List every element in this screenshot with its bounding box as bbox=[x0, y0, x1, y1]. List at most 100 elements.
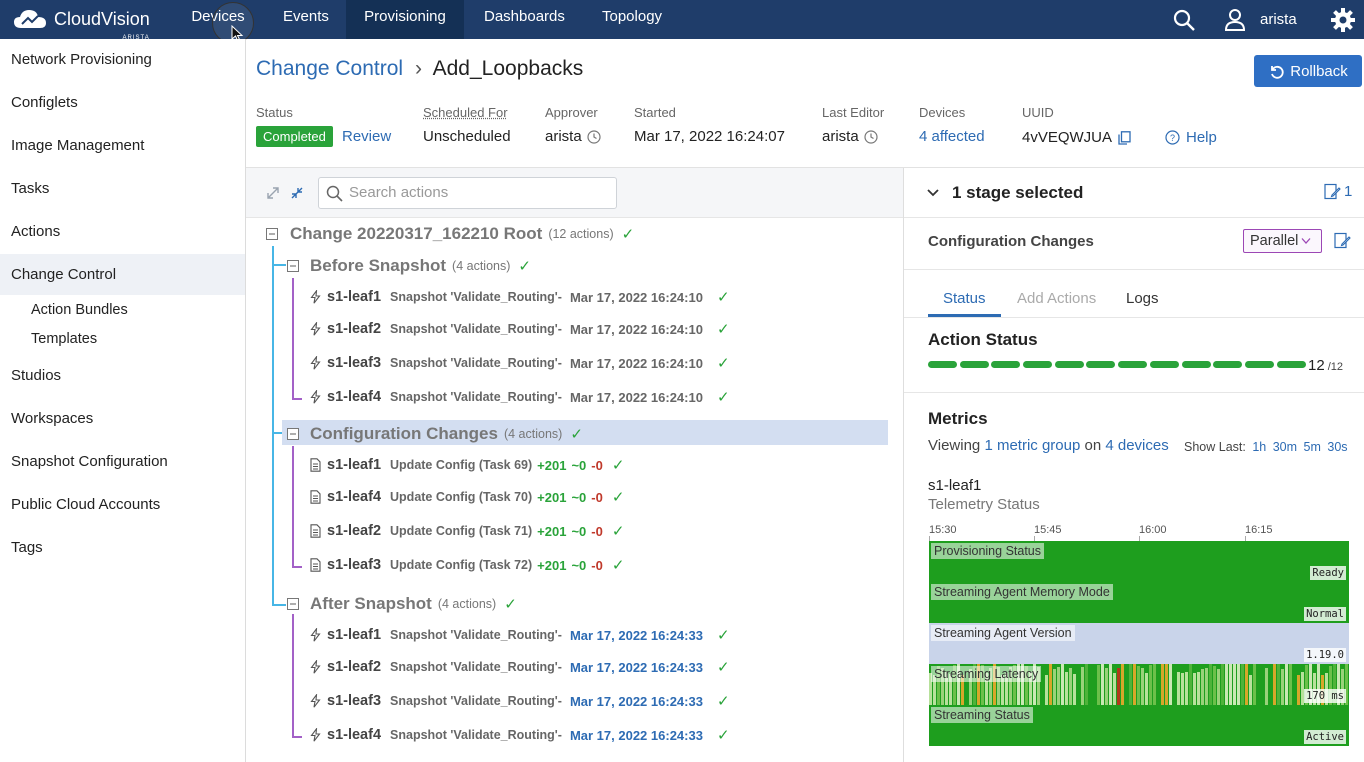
action-row[interactable]: s1-leaf4 Snapshot 'Validate_Routing'- Mar … bbox=[310, 726, 730, 744]
action-timestamp[interactable]: Mar 17, 2022 16:24:33 bbox=[570, 694, 703, 709]
latency-stripe bbox=[1129, 664, 1132, 705]
stage-row-configuration-changes[interactable]: Configuration Changes (4 actions) ✓ bbox=[287, 424, 583, 444]
stage-count: (4 actions) bbox=[438, 597, 496, 611]
collapse-box-icon[interactable] bbox=[266, 228, 278, 240]
action-row[interactable]: s1-leaf3 Snapshot 'Validate_Routing'- Mar … bbox=[310, 354, 730, 372]
stage-row-before-snapshot[interactable]: Before Snapshot (4 actions) ✓ bbox=[287, 256, 531, 276]
tab-add-actions[interactable]: Add Actions bbox=[1017, 290, 1096, 307]
settings-button[interactable] bbox=[1330, 0, 1356, 39]
edit-stages-button[interactable]: 1 bbox=[1324, 183, 1352, 200]
root-connector-line bbox=[272, 264, 286, 266]
sidebar-item-action-bundles[interactable]: Action Bundles bbox=[0, 302, 245, 318]
latency-stripe bbox=[1069, 668, 1072, 709]
range-30m[interactable]: 30m bbox=[1273, 440, 1297, 454]
range-1h[interactable]: 1h bbox=[1252, 440, 1266, 454]
tree-root-row[interactable]: Change 20220317_162210 Root (12 actions)… bbox=[266, 224, 634, 244]
telemetry-band[interactable]: Streaming Status Active bbox=[929, 705, 1349, 746]
copy-icon[interactable] bbox=[1118, 131, 1131, 145]
username: arista bbox=[1260, 11, 1297, 28]
metric-group-link[interactable]: 1 metric group bbox=[984, 437, 1080, 454]
nav-topology[interactable]: Topology bbox=[602, 0, 662, 39]
band-value: Normal bbox=[1304, 607, 1346, 621]
sidebar-item-network-provisioning[interactable]: Network Provisioning bbox=[0, 51, 245, 68]
action-row[interactable]: s1-leaf4 Update Config (Task 70) +201 ~0 -0 ✓ bbox=[310, 488, 624, 506]
clock-icon[interactable] bbox=[587, 130, 601, 144]
action-row[interactable]: s1-leaf2 Update Config (Task 71) +201 ~0 -0 ✓ bbox=[310, 522, 624, 540]
sidebar-item-workspaces[interactable]: Workspaces bbox=[0, 410, 245, 427]
metric-devices-link[interactable]: 4 devices bbox=[1105, 437, 1168, 454]
breadcrumb-change-control-link[interactable]: Change Control bbox=[256, 57, 403, 80]
user-menu[interactable]: arista bbox=[1224, 0, 1297, 39]
collapse-box-icon[interactable] bbox=[287, 260, 299, 272]
action-device: s1-leaf3 bbox=[327, 693, 381, 709]
lines-added: +201 bbox=[537, 490, 566, 505]
action-row[interactable]: s1-leaf2 Snapshot 'Validate_Routing'- Mar … bbox=[310, 658, 730, 676]
action-row[interactable]: s1-leaf1 Snapshot 'Validate_Routing'- Mar … bbox=[310, 288, 730, 306]
lightning-icon bbox=[310, 628, 321, 642]
sidebar-item-actions[interactable]: Actions bbox=[0, 223, 245, 240]
check-icon: ✓ bbox=[612, 456, 625, 474]
action-timestamp[interactable]: Mar 17, 2022 16:24:33 bbox=[570, 660, 703, 675]
action-timestamp[interactable]: Mar 17, 2022 16:24:33 bbox=[570, 728, 703, 743]
sidebar-item-image-management[interactable]: Image Management bbox=[0, 137, 245, 154]
nav-events[interactable]: Events bbox=[283, 0, 329, 39]
telemetry-band[interactable]: Streaming Latency 170 ms bbox=[929, 664, 1349, 705]
range-30s[interactable]: 30s bbox=[1327, 440, 1347, 454]
sidebar-item-tags[interactable]: Tags bbox=[0, 539, 245, 556]
scheduled-value[interactable]: Unscheduled bbox=[423, 128, 511, 145]
latency-stripe bbox=[1161, 664, 1164, 705]
sidebar-item-snapshot-configuration[interactable]: Snapshot Configuration bbox=[0, 453, 245, 470]
band-value: Active bbox=[1304, 730, 1346, 744]
sidebar: Network Provisioning Configlets Image Ma… bbox=[0, 39, 246, 762]
scheduled-label: Scheduled For bbox=[423, 105, 508, 120]
stage-title: Before Snapshot bbox=[310, 256, 446, 276]
search-actions-input[interactable]: Search actions bbox=[318, 177, 617, 209]
time-tick-label: 16:15 bbox=[1245, 524, 1273, 536]
action-row[interactable]: s1-leaf2 Snapshot 'Validate_Routing'- Mar … bbox=[310, 320, 730, 338]
telemetry-band[interactable]: Provisioning Status Ready bbox=[929, 541, 1349, 582]
action-name: Update Config (Task 70) bbox=[390, 490, 532, 504]
sidebar-item-templates[interactable]: Templates bbox=[0, 331, 245, 347]
sidebar-item-change-control[interactable]: Change Control bbox=[0, 254, 245, 295]
edit-doc-icon[interactable] bbox=[1334, 232, 1351, 249]
latency-stripe bbox=[1085, 664, 1088, 705]
nav-provisioning[interactable]: Provisioning bbox=[346, 0, 464, 39]
tab-status[interactable]: Status bbox=[943, 290, 986, 307]
range-5m[interactable]: 5m bbox=[1304, 440, 1321, 454]
collapse-box-icon[interactable] bbox=[287, 598, 299, 610]
action-row[interactable]: s1-leaf4 Snapshot 'Validate_Routing'- Mar … bbox=[310, 388, 730, 406]
review-link[interactable]: Review bbox=[342, 128, 391, 145]
chevron-down-icon[interactable] bbox=[926, 186, 940, 200]
help-icon: ? bbox=[1165, 130, 1180, 145]
clock-icon[interactable] bbox=[864, 130, 878, 144]
sidebar-item-tasks[interactable]: Tasks bbox=[0, 180, 245, 197]
telemetry-band[interactable]: Streaming Agent Version 1.19.0 bbox=[929, 623, 1349, 664]
action-row[interactable]: s1-leaf1 Update Config (Task 69) +201 ~0 -0 ✓ bbox=[310, 456, 624, 474]
cloudvision-logo[interactable]: CloudVision ARISTA bbox=[12, 4, 150, 34]
search-button[interactable] bbox=[1172, 0, 1196, 39]
sidebar-item-studios[interactable]: Studios bbox=[0, 367, 245, 384]
expand-all-icon[interactable] bbox=[266, 186, 280, 200]
last-editor-value: arista bbox=[822, 128, 859, 145]
telemetry-band[interactable]: Streaming Agent Memory Mode Normal bbox=[929, 582, 1349, 623]
collapse-all-icon[interactable] bbox=[290, 186, 304, 200]
help-link[interactable]: ? Help bbox=[1165, 129, 1217, 146]
rollback-button[interactable]: Rollback bbox=[1254, 55, 1362, 87]
stage-row-after-snapshot[interactable]: After Snapshot (4 actions) ✓ bbox=[287, 594, 517, 614]
action-row[interactable]: s1-leaf3 Update Config (Task 72) +201 ~0 -0 ✓ bbox=[310, 556, 624, 574]
execution-mode-select[interactable]: Parallel bbox=[1243, 229, 1322, 253]
action-row[interactable]: s1-leaf1 Snapshot 'Validate_Routing'- Mar … bbox=[310, 626, 730, 644]
stage-title: After Snapshot bbox=[310, 594, 432, 614]
lines-added: +201 bbox=[537, 458, 566, 473]
nav-dashboards[interactable]: Dashboards bbox=[484, 0, 565, 39]
action-timestamp[interactable]: Mar 17, 2022 16:24:33 bbox=[570, 628, 703, 643]
sidebar-item-public-cloud-accounts[interactable]: Public Cloud Accounts bbox=[0, 496, 245, 513]
collapse-box-icon[interactable] bbox=[287, 428, 299, 440]
lines-removed: -0 bbox=[591, 458, 603, 473]
sidebar-item-configlets[interactable]: Configlets bbox=[0, 94, 245, 111]
last-editor-field: arista bbox=[822, 128, 878, 145]
tab-logs[interactable]: Logs bbox=[1126, 290, 1159, 307]
group-connector-line bbox=[292, 446, 294, 568]
devices-affected-link[interactable]: 4 affected bbox=[919, 128, 985, 145]
action-row[interactable]: s1-leaf3 Snapshot 'Validate_Routing'- Mar … bbox=[310, 692, 730, 710]
